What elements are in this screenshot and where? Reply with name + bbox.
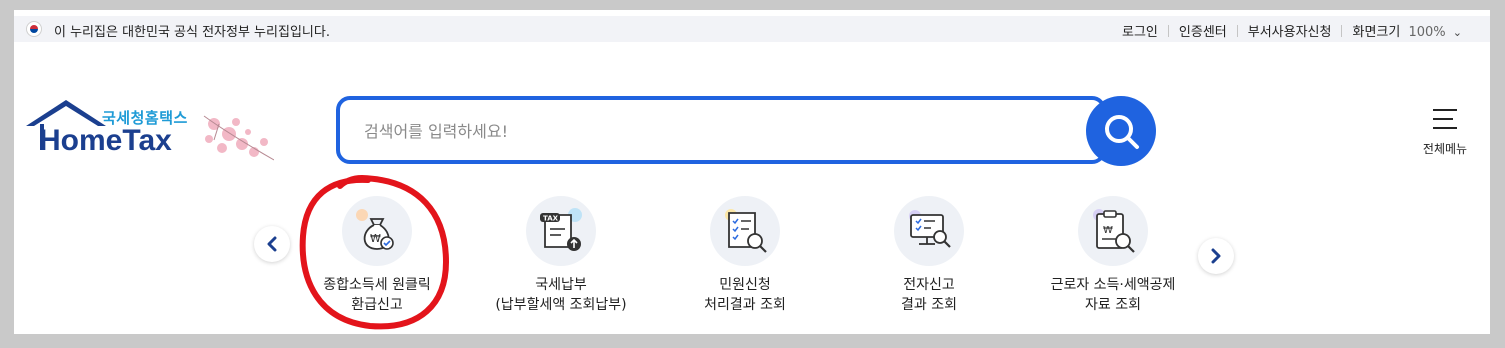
quick-menu-label: 국세납부 (납부할세액 조회납부) [466,275,656,315]
chevron-left-icon [267,236,277,252]
search-box [336,96,1106,164]
quick-menu-label-line2: 처리결과 조회 [704,297,786,313]
quick-menu-label-line1: 민원신청 [719,277,771,293]
search-icon [1105,115,1139,149]
hamburger-menu-icon [1433,109,1457,129]
page-frame: 이 누리집은 대한민국 공식 전자정부 누리집입니다. 로그인 인증센터 부서사… [14,10,1490,334]
all-menu-button[interactable]: 전체메뉴 [1410,106,1480,166]
gov-notice-bar: 이 누리집은 대한민국 공식 전자정부 누리집입니다. 로그인 인증센터 부서사… [14,16,1490,42]
chevron-right-icon [1211,248,1221,264]
checklist-search-icon [725,209,767,253]
quick-menu-civil-application-result[interactable]: 민원신청 처리결과 조회 [650,196,840,326]
quick-menu-icon-bg [710,196,780,266]
clipboard-search-icon: ₩ [1093,209,1135,253]
screen-size-control[interactable]: 화면크기 100% ⌄ [1342,21,1462,40]
quick-menu-label: 근로자 소득·세액공제 자료 조회 [1018,275,1208,315]
quick-menu-label-line1: 국세납부 [535,277,587,293]
quick-menu-label-line2: 결과 조회 [901,297,957,313]
quick-menu-worker-deduction-data[interactable]: ₩ 근로자 소득·세액공제 자료 조회 [1018,196,1208,326]
quick-menu-label-line2: (납부할세액 조회납부) [495,297,627,313]
quick-menu-e-filing-result[interactable]: 전자신고 결과 조회 [834,196,1024,326]
korean-flag-icon [26,21,42,37]
quick-menu-label-line1: 종합소득세 원클릭 [323,277,431,293]
hometax-logo[interactable]: 국세청홈택스 HomeTax [24,94,274,166]
utility-links: 로그인 인증센터 부서사용자신청 화면크기 100% ⌄ [1112,21,1462,40]
svg-text:₩: ₩ [370,232,381,245]
logo-title: HomeTax [39,124,172,157]
gov-notice-text: 이 누리집은 대한민국 공식 전자정부 누리집입니다. [54,25,330,40]
quick-menu-label: 민원신청 처리결과 조회 [650,275,840,315]
search-button[interactable] [1086,96,1156,166]
quick-menu-label-line2: 자료 조회 [1085,297,1141,313]
svg-text:₩: ₩ [1103,225,1113,236]
svg-text:TAX: TAX [543,215,559,223]
certificate-center-link[interactable]: 인증센터 [1169,21,1237,40]
chevron-down-icon: ⌄ [1452,26,1462,39]
quick-menu-icon-bg: TAX [526,196,596,266]
quick-menu-icon-bg: ₩ [1078,196,1148,266]
search-input[interactable] [362,114,1066,148]
tax-document-upload-icon: TAX [540,208,582,251]
quick-menu-label-line1: 근로자 소득·세액공제 [1050,277,1176,293]
quick-menu-icon-bg [894,196,964,266]
login-link[interactable]: 로그인 [1112,21,1168,40]
zoom-level: 100% [1408,25,1446,40]
money-bag-check-icon: ₩ [356,209,394,250]
quick-menu-label-line2: 환급신고 [351,297,403,313]
screen-size-label: 화면크기 [1352,25,1401,40]
quick-menu-income-tax-refund[interactable]: ₩ 종합소득세 원클릭 환급신고 [282,196,472,326]
all-menu-label: 전체메뉴 [1422,142,1468,156]
quick-menu-label: 전자신고 결과 조회 [834,275,1024,315]
quick-menu-icon-bg: ₩ [342,196,412,266]
quick-menu-tax-payment[interactable]: TAX 국세납부 (납부할세액 조회납부) [466,196,656,326]
department-user-signup-link[interactable]: 부서사용자신청 [1238,21,1342,40]
quick-menu-label: 종합소득세 원클릭 환급신고 [282,275,472,315]
quick-menu-label-line1: 전자신고 [903,277,955,293]
monitor-search-icon [909,210,951,248]
